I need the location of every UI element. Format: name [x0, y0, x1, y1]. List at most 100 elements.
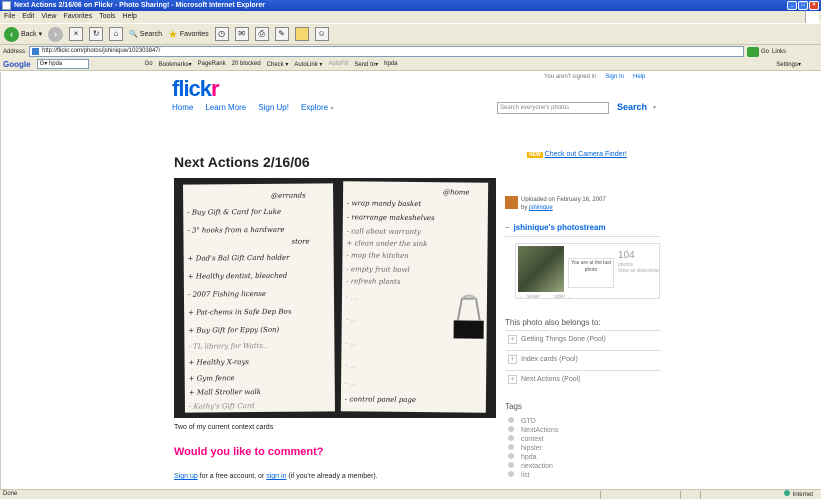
stop-icon[interactable]: × — [69, 27, 84, 41]
photostream-thumbnail[interactable] — [518, 246, 564, 292]
menu-help[interactable]: Help — [123, 11, 137, 23]
older-link[interactable]: older → — [554, 294, 572, 300]
slideshow-link[interactable]: View as slideshow — [618, 268, 659, 274]
camera-finder-link[interactable]: NEW Check out Camera Finder! — [527, 151, 627, 158]
tag-item[interactable]: context — [508, 435, 544, 443]
back-button[interactable]: ‹ Back ▾ — [4, 26, 42, 42]
help-link[interactable]: Help — [633, 74, 645, 80]
collapse-icon: – — [505, 223, 510, 232]
forward-button[interactable]: › — [48, 26, 64, 42]
tag-icon — [508, 417, 514, 423]
favorites-button[interactable]: ★ Favorites — [168, 28, 209, 41]
belongs-heading: This photo also belongs to: — [505, 318, 601, 327]
google-settings[interactable]: Settings▾ — [776, 61, 801, 68]
search-button[interactable]: Search — [617, 102, 647, 112]
maximize-button[interactable]: □ — [798, 1, 808, 10]
mail-icon[interactable]: ✉ — [234, 27, 249, 41]
tag-item[interactable]: list — [508, 471, 530, 479]
google-autofill[interactable]: AutoFill — [328, 61, 348, 67]
menu-bar: File Edit View Favorites Tools Help — [0, 11, 821, 23]
print-icon[interactable]: ⎙ — [254, 27, 269, 41]
main-photo[interactable]: @errands - Buy Gift & Card for Luke - 3"… — [174, 178, 496, 418]
menu-favorites[interactable]: Favorites — [63, 11, 92, 23]
card-line: - ... — [345, 361, 357, 370]
tag-icon — [508, 435, 514, 441]
tag-item[interactable]: hipster — [508, 444, 542, 452]
google-bookmarks[interactable]: Bookmarks▾ — [159, 61, 192, 68]
edit-icon[interactable]: ✎ — [274, 27, 289, 41]
page-content: flickr Home Learn More Sign Up! Explore … — [0, 72, 821, 489]
card-line: + Healthy X-rays — [188, 358, 250, 367]
pool-item[interactable]: + Next Actions (Pool) — [506, 370, 661, 388]
history-icon[interactable]: ◷ — [214, 27, 229, 41]
go-label[interactable]: Go — [761, 49, 769, 55]
go-button[interactable] — [747, 46, 760, 57]
search-options-icon[interactable]: ▾ — [653, 104, 656, 111]
card-line: - 3" hooks from a hardware — [187, 225, 285, 235]
google-search-input[interactable]: G▾ hpda — [36, 59, 89, 69]
sign-in-link[interactable]: Sign In — [605, 74, 624, 80]
links-label[interactable]: Links — [772, 49, 786, 55]
menu-edit[interactable]: Edit — [22, 11, 34, 23]
newer-link[interactable]: ← newer — [520, 294, 540, 300]
card-line: store — [291, 237, 310, 246]
tag-item[interactable]: NextActions — [508, 426, 558, 434]
photostream-side: photos View as slideshow — [618, 262, 659, 274]
nav-home[interactable]: Home — [172, 103, 193, 112]
card-line: - control panel page — [344, 395, 417, 405]
sign-up-link[interactable]: Sign up — [174, 473, 198, 480]
card-line: - empty fruit bowl — [346, 265, 410, 274]
new-badge: NEW — [527, 152, 543, 158]
refresh-icon[interactable]: ↻ — [89, 27, 104, 41]
menu-view[interactable]: View — [41, 11, 56, 23]
author-link[interactable]: jshinique — [529, 205, 553, 211]
google-hpda[interactable]: hpda — [384, 61, 397, 67]
security-zone: Internet — [783, 490, 813, 499]
avatar[interactable] — [505, 196, 518, 209]
tag-item[interactable]: GTD — [508, 417, 536, 425]
pool-item[interactable]: + Getting Things Done (Pool) — [506, 330, 661, 348]
card-line: - TL library for Watts.. — [188, 341, 268, 351]
nav-explore[interactable]: Explore ▾ — [301, 103, 333, 112]
page-icon — [32, 48, 40, 55]
google-popup-blocker[interactable]: 20 blocked — [232, 61, 261, 67]
user-links: You aren't signed in Sign In Help — [544, 74, 645, 80]
google-autolink[interactable]: AutoLink ▾ — [294, 61, 322, 68]
windows-logo-icon — [805, 11, 819, 23]
card-line: - refresh plants — [346, 277, 401, 286]
tag-item[interactable]: hpda — [508, 453, 537, 461]
close-button[interactable]: × — [809, 1, 819, 10]
expand-icon: + — [508, 335, 517, 344]
home-icon[interactable]: ⌂ — [109, 27, 124, 41]
card-line: - Buy Gift & Card for Luke — [187, 207, 282, 217]
menu-tools[interactable]: Tools — [99, 11, 115, 23]
address-input[interactable]: http://flickr.com/photos/jshinique/10230… — [29, 46, 745, 57]
google-go-button[interactable]: Go — [145, 61, 153, 67]
minimize-button[interactable]: _ — [787, 1, 797, 10]
card-line: - rearrange makeshelves — [346, 213, 435, 223]
search-input[interactable]: Search everyone's photos — [497, 102, 609, 114]
globe-icon — [783, 490, 790, 496]
sign-in-link-inline[interactable]: sign in — [266, 473, 286, 480]
card-line: - ... — [345, 379, 357, 388]
photostream-navigator: You are at the last photo 104 photos Vie… — [515, 243, 660, 300]
nav-sign-up[interactable]: Sign Up! — [258, 103, 289, 112]
card-line: @home — [443, 188, 470, 197]
google-send-to[interactable]: Send to▾ — [354, 61, 378, 68]
messenger-icon[interactable]: ☺ — [314, 27, 329, 41]
tag-item[interactable]: nextaction — [508, 462, 553, 470]
card-line: - ... — [345, 315, 358, 324]
google-toolbar: Google G▾ hpda Go Bookmarks▾ PageRank 20… — [0, 58, 821, 71]
photostream-header[interactable]: – jshinique's photostream — [505, 223, 660, 237]
search-button[interactable]: 🔍 Search — [129, 30, 162, 39]
chevron-down-icon: ▾ — [330, 106, 334, 112]
pool-item[interactable]: + Index cards (Pool) — [506, 350, 661, 368]
folder-icon[interactable] — [294, 27, 309, 41]
nav-learn-more[interactable]: Learn More — [205, 103, 246, 112]
flickr-logo[interactable]: flickr — [172, 76, 220, 102]
google-spellcheck[interactable]: Check ▾ — [267, 61, 289, 68]
card-line: - mop the kitchen — [346, 251, 409, 260]
menu-file[interactable]: File — [4, 11, 15, 23]
photo-title: Next Actions 2/16/06 — [174, 154, 310, 170]
last-photo-note: You are at the last photo — [568, 258, 614, 288]
